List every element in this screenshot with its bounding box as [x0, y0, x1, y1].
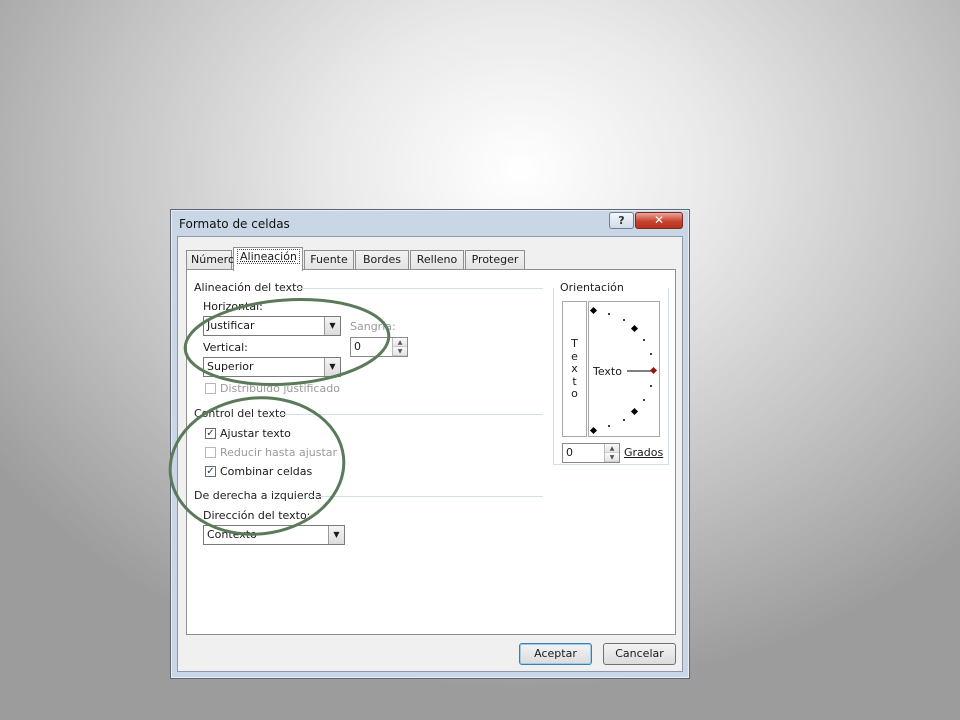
vertical-letter: o: [571, 387, 578, 400]
cancel-button[interactable]: Cancelar: [603, 643, 676, 665]
section-divider: [309, 496, 543, 497]
chevron-down-icon[interactable]: ▼: [324, 358, 340, 376]
tab-alineacion[interactable]: Alineación: [233, 247, 303, 271]
wrap-text-label: Ajustar texto: [220, 427, 291, 440]
merge-cells-checkbox[interactable]: ✓: [205, 466, 216, 477]
degrees-spinner[interactable]: 0 ▲ ▼: [562, 443, 620, 463]
distributed-label: Distribuido justificado: [220, 382, 340, 395]
spinner-buttons[interactable]: ▲ ▼: [604, 444, 619, 462]
help-button[interactable]: ?: [609, 212, 634, 229]
indent-label: Sangría:: [350, 320, 396, 333]
ok-button[interactable]: Aceptar: [519, 643, 592, 665]
merge-cells-label: Combinar celdas: [220, 465, 313, 478]
section-divider: [297, 288, 543, 289]
dialog-title: Formato de celdas: [179, 217, 290, 231]
spin-up-icon[interactable]: ▲: [393, 338, 407, 347]
spin-down-icon[interactable]: ▼: [393, 347, 407, 356]
wrap-text-checkbox[interactable]: ✓: [205, 428, 216, 439]
vertical-letter: T: [571, 337, 578, 350]
alignment-panel: Alineación del texto Horizontal: Justifi…: [186, 269, 676, 635]
orientation-frame-bottom: [553, 464, 669, 465]
degrees-label: Grados: [624, 446, 664, 459]
vertical-label: Vertical:: [203, 341, 248, 354]
close-button[interactable]: ✕: [635, 212, 683, 229]
horizontal-label: Horizontal:: [203, 300, 263, 313]
section-divider: [279, 414, 543, 415]
dial-text-label: Texto: [593, 365, 622, 378]
spin-down-icon[interactable]: ▼: [605, 453, 619, 462]
horizontal-select[interactable]: Justificar ▼: [203, 316, 341, 336]
rtl-section-label: De derecha a izquierda: [194, 489, 322, 502]
format-cells-dialog: Formato de celdas ? ✕ Número Alineación …: [170, 209, 690, 679]
chevron-down-icon[interactable]: ▼: [324, 317, 340, 335]
text-control-section-label: Control del texto: [194, 407, 287, 420]
shrink-to-fit-checkbox[interactable]: [205, 447, 216, 458]
text-direction-select[interactable]: Contexto ▼: [203, 525, 345, 545]
chevron-down-icon[interactable]: ▼: [328, 526, 344, 544]
tab-bordes[interactable]: Bordes: [355, 250, 409, 270]
dialog-body: Número Alineación Fuente Bordes Relleno …: [177, 236, 683, 672]
tab-numero[interactable]: Número: [186, 250, 235, 270]
tab-fuente[interactable]: Fuente: [304, 250, 354, 270]
shrink-to-fit-label: Reducir hasta ajustar: [220, 446, 338, 459]
orientation-frame-left: [553, 288, 554, 464]
spinner-buttons[interactable]: ▲ ▼: [392, 338, 407, 356]
tab-proteger[interactable]: Proteger: [465, 250, 525, 270]
text-direction-label: Dirección del texto:: [203, 509, 311, 522]
orientation-frame-right: [668, 288, 669, 464]
vertical-select[interactable]: Superior ▼: [203, 357, 341, 377]
orientation-dial[interactable]: Texto: [588, 301, 660, 437]
vertical-letter: x: [571, 362, 578, 375]
orientation-section-label: Orientación: [558, 281, 626, 294]
indent-spinner[interactable]: 0 ▲ ▼: [350, 337, 408, 357]
text-alignment-section-label: Alineación del texto: [194, 281, 304, 294]
tab-relleno[interactable]: Relleno: [410, 250, 464, 270]
distributed-checkbox[interactable]: [205, 383, 216, 394]
vertical-text-button[interactable]: T e x t o: [562, 301, 587, 437]
spin-up-icon[interactable]: ▲: [605, 444, 619, 453]
